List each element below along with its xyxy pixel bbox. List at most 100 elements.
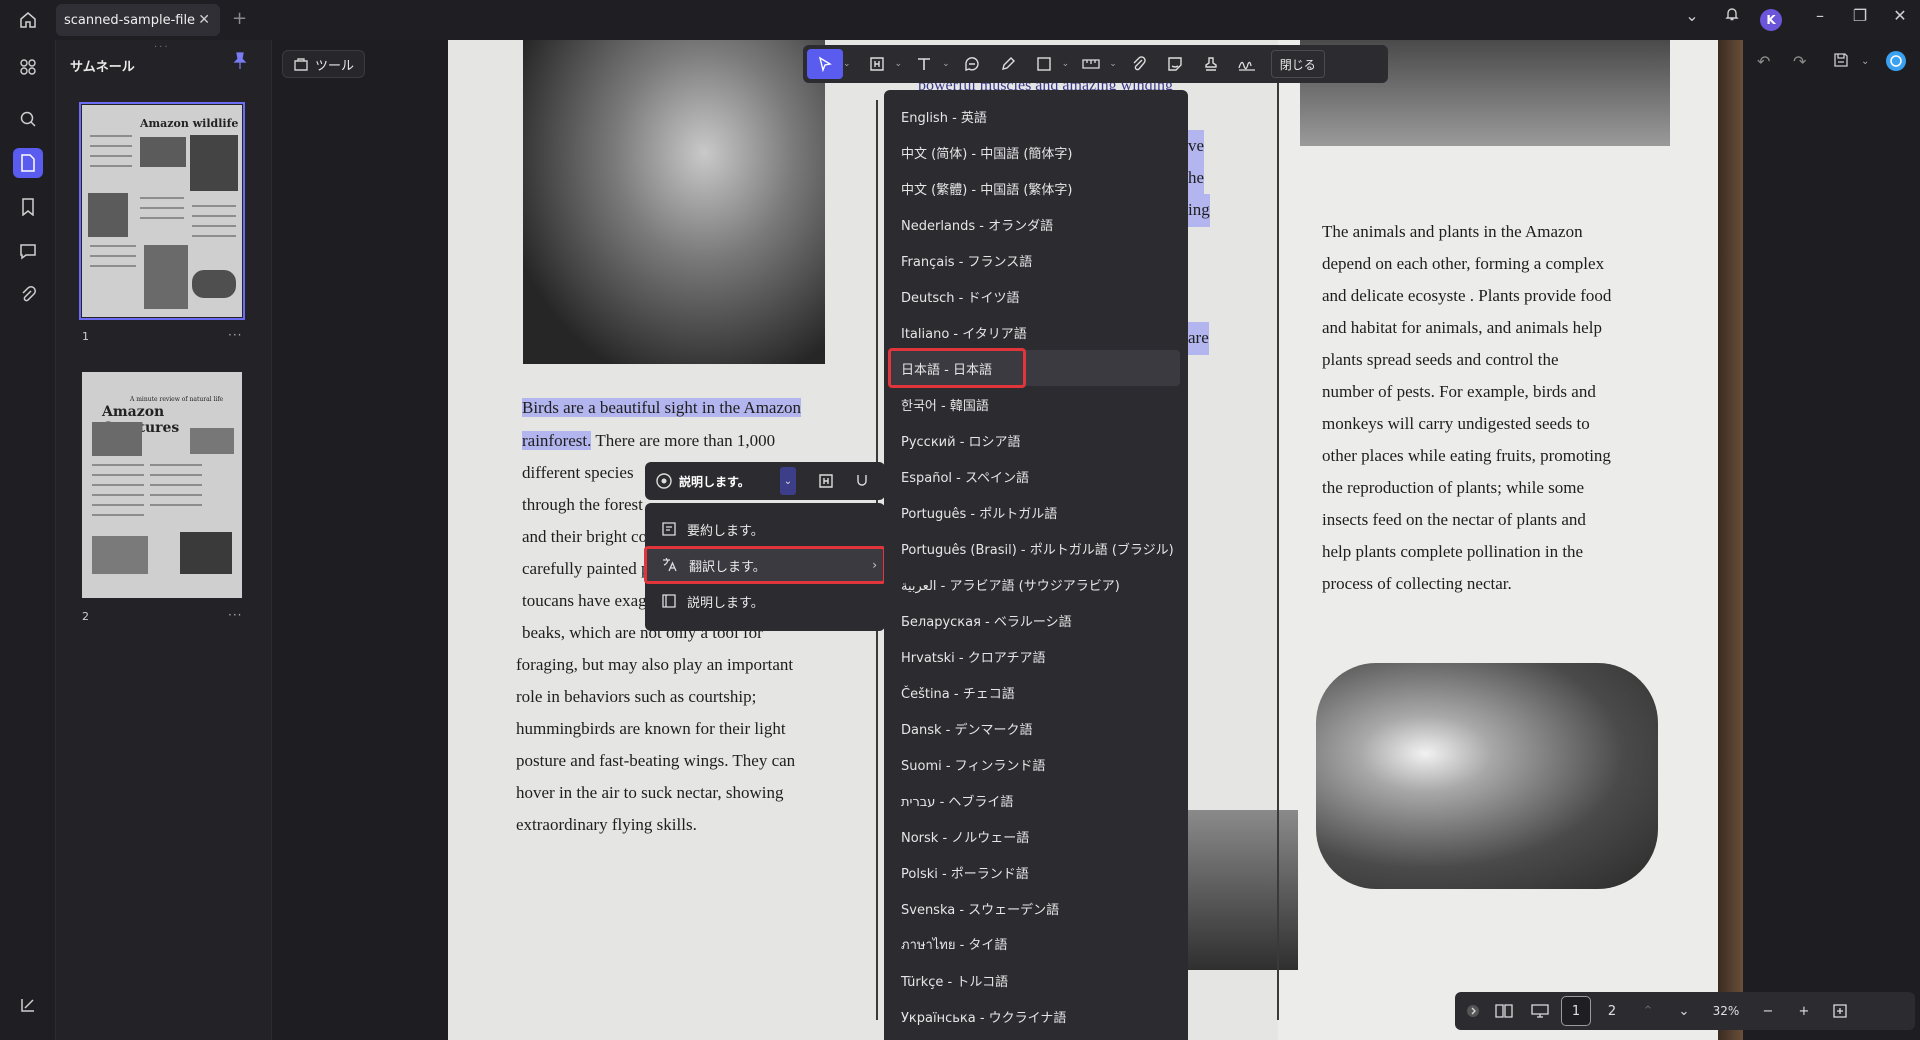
document-tab[interactable]: scanned-sample-file ✕ [56, 4, 220, 36]
select-tool-button[interactable] [807, 49, 843, 79]
language-option[interactable]: English - 英語 [884, 98, 1188, 134]
search-button[interactable] [13, 104, 43, 134]
language-option[interactable]: 한국어 - 韓国語 [884, 386, 1188, 422]
text-fragment[interactable]: he [1188, 162, 1205, 195]
close-toolbar-button[interactable]: 閉じる [1270, 50, 1325, 78]
language-option[interactable]: Беларуская - ベラルーシ語 [884, 602, 1188, 638]
chevron-down-icon[interactable]: ⌄ [1669, 996, 1699, 1026]
sticker-tool-button[interactable] [1157, 49, 1193, 79]
highlight-button[interactable] [808, 466, 844, 496]
pin-icon[interactable] [232, 52, 248, 74]
zoom-in-button[interactable]: + [1789, 996, 1819, 1026]
page-thumbnail-2[interactable]: A minute review of natural life Amazon C… [82, 372, 242, 598]
ai-assistant-icon[interactable] [1885, 50, 1907, 76]
underline-button[interactable] [844, 466, 880, 496]
thumbnail-more-icon[interactable]: ··· [228, 328, 242, 342]
text-fragment[interactable]: are [1188, 322, 1209, 355]
tab-close-icon[interactable]: ✕ [198, 12, 210, 28]
language-option[interactable]: Norsk - ノルウェー語 [884, 818, 1188, 854]
text-tool-button[interactable] [906, 49, 942, 79]
undo-icon[interactable]: ↶ [1757, 52, 1770, 71]
language-option[interactable]: Čeština - チェコ語 [884, 674, 1188, 710]
language-option[interactable]: Français - フランス語 [884, 242, 1188, 278]
tools-button[interactable]: ツール [282, 50, 366, 78]
language-option[interactable]: العربية - アラビア語 (サウジアラビア) [884, 566, 1188, 602]
chevron-up-icon[interactable]: ⌃ [1633, 996, 1663, 1026]
language-option[interactable]: Italiano - イタリア語 [884, 314, 1188, 350]
page-layout-button[interactable] [1489, 996, 1519, 1026]
language-option[interactable]: Español - スペイン語 [884, 458, 1188, 494]
column-divider [1277, 80, 1279, 1020]
language-option[interactable]: Svenska - スウェーデン語 [884, 890, 1188, 926]
language-option[interactable]: Polski - ポーランド語 [884, 854, 1188, 890]
chevron-down-icon[interactable]: ⌄ [942, 59, 950, 69]
user-avatar[interactable]: K [1760, 9, 1782, 31]
bookmarks-button[interactable] [13, 192, 43, 222]
redo-icon[interactable]: ↷ [1793, 52, 1806, 71]
home-button[interactable] [14, 8, 42, 32]
stamp-tool-button[interactable] [1193, 49, 1229, 79]
shape-tool-button[interactable] [1026, 49, 1062, 79]
text-fragment[interactable]: ing [1188, 194, 1210, 227]
pen-tool-button[interactable] [990, 49, 1026, 79]
fit-page-button[interactable] [1825, 996, 1855, 1026]
highlight-tool-button[interactable] [859, 49, 895, 79]
zoom-level[interactable]: 32% [1705, 997, 1747, 1025]
thumbnail-image [190, 428, 234, 454]
ai-dropdown-toggle[interactable]: ⌄ [780, 467, 796, 495]
language-option[interactable]: Português (Brasil) - ポルトガル語 (ブラジル) [884, 530, 1188, 566]
presentation-button[interactable] [1525, 996, 1555, 1026]
bell-icon[interactable] [1718, 6, 1746, 26]
text-line: carefully painted p [522, 559, 650, 578]
attachments-button[interactable] [13, 280, 43, 310]
chevron-down-icon[interactable]: ⌄ [1062, 59, 1070, 69]
chevron-down-icon[interactable]: ⌄ [1861, 56, 1869, 67]
page-edge [1718, 40, 1743, 1040]
signature-tool-button[interactable] [1229, 49, 1265, 79]
language-option[interactable]: Nederlands - オランダ語 [884, 206, 1188, 242]
chevron-down-icon[interactable]: ⌄ [895, 59, 903, 69]
language-label: 中文 (简体) - 中国語 (簡体字) [901, 146, 1073, 162]
comment-tool-button[interactable] [954, 49, 990, 79]
page-1-button[interactable]: 1 [1561, 996, 1591, 1026]
language-option[interactable]: Русский - ロシア語 [884, 422, 1188, 458]
language-option[interactable]: Dansk - デンマーク語 [884, 710, 1188, 746]
chevron-down-icon[interactable]: ⌄ [1678, 6, 1706, 25]
language-option[interactable]: Türkçe - トルコ語 [884, 962, 1188, 998]
language-option[interactable]: 中文 (简体) - 中国語 (簡体字) [884, 134, 1188, 170]
language-option[interactable]: ภาษาไทย - タイ語 [884, 926, 1188, 962]
grid-view-button[interactable] [13, 52, 43, 82]
minimize-icon[interactable]: – [1806, 6, 1834, 25]
restore-icon[interactable]: ❐ [1846, 6, 1874, 25]
thumbnails-button[interactable] [13, 148, 43, 178]
attach-tool-button[interactable] [1121, 49, 1157, 79]
language-option[interactable]: 中文 (繁體) - 中国語 (繁体字) [884, 170, 1188, 206]
chevron-down-icon[interactable]: ⌄ [843, 59, 851, 69]
language-option[interactable]: Hrvatski - クロアチア語 [884, 638, 1188, 674]
page-2-button[interactable]: 2 [1597, 996, 1627, 1026]
ai-explain-item[interactable]: 説明します。 [645, 583, 885, 619]
new-tab-button[interactable]: + [232, 8, 247, 29]
save-icon[interactable] [1833, 52, 1849, 72]
language-option[interactable]: Suomi - フィンランド語 [884, 746, 1188, 782]
close-window-icon[interactable]: ✕ [1886, 6, 1914, 25]
language-option[interactable]: עברית - ヘブライ語 [884, 782, 1188, 818]
ai-translate-item[interactable]: 翻訳します。 › [644, 546, 886, 584]
ai-explain-button[interactable]: 説明します。 [645, 472, 780, 490]
chevron-down-icon[interactable]: ⌄ [1109, 59, 1117, 69]
comments-button[interactable] [13, 236, 43, 266]
zoom-out-button[interactable]: − [1753, 996, 1783, 1026]
left-paragraph[interactable]: Birds are a beautiful sight in the Amazo… [522, 392, 842, 457]
language-option[interactable]: Português - ポルトガル語 [884, 494, 1188, 530]
panel-toggle-button[interactable] [13, 990, 43, 1020]
language-option-selected[interactable]: 日本語 - 日本語 [888, 348, 1180, 388]
resize-grip[interactable]: ··· [154, 42, 170, 53]
thumbnail-more-icon[interactable]: ··· [228, 608, 242, 622]
text-fragment[interactable]: ve [1188, 130, 1205, 163]
ai-summarize-item[interactable]: 要約します。 [645, 511, 885, 547]
collapse-nav-icon[interactable] [1463, 996, 1483, 1026]
language-option[interactable]: Українська - ウクライナ語 [884, 998, 1188, 1034]
measure-tool-button[interactable] [1073, 49, 1109, 79]
language-option[interactable]: Deutsch - ドイツ語 [884, 278, 1188, 314]
page-thumbnail-1[interactable]: Amazon wildlife [79, 102, 245, 320]
